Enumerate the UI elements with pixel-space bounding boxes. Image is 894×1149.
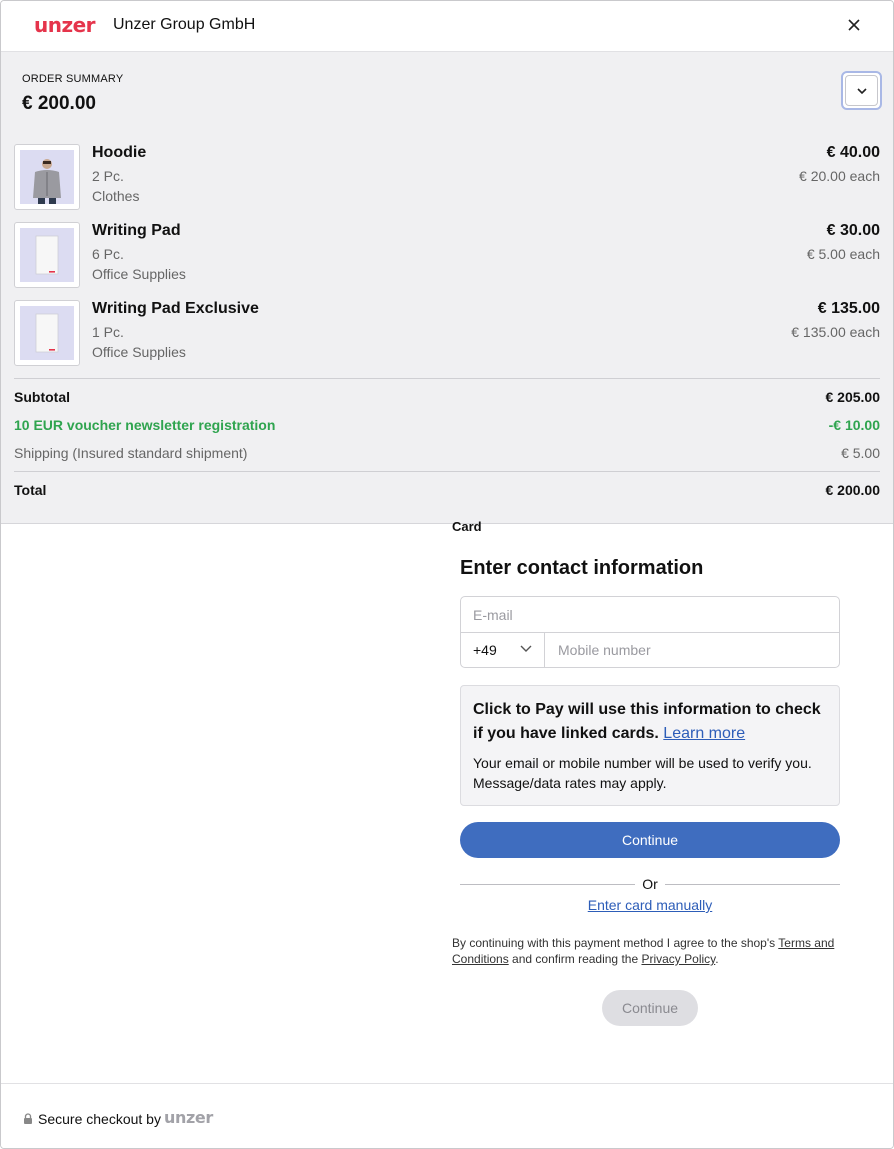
voucher-label: 10 EUR voucher newsletter registration — [14, 417, 276, 433]
email-field[interactable] — [461, 597, 839, 633]
item-name: Writing Pad Exclusive — [92, 300, 259, 317]
secure-checkout-text: Secure checkout by — [38, 1111, 161, 1127]
subtotal-value: € 205.00 — [825, 389, 881, 405]
close-button[interactable] — [844, 15, 864, 35]
item-name: Writing Pad — [92, 222, 181, 239]
item-quantity: 2 Pc. — [92, 168, 124, 184]
item-category: Office Supplies — [92, 266, 186, 282]
divider — [14, 471, 880, 472]
order-item: Writing Pad Exclusive 1 Pc. Office Suppl… — [14, 300, 880, 366]
terms-text: By continuing with this payment method I… — [452, 935, 847, 967]
total-row: Total € 200.00 — [14, 482, 880, 500]
contact-title: Enter contact information — [460, 557, 704, 579]
order-summary-title: ORDER SUMMARY — [22, 73, 124, 85]
enter-card-manually-link[interactable]: Enter card manually — [460, 897, 840, 913]
divider — [665, 884, 840, 885]
info-heading: Click to Pay will use this information t… — [473, 698, 827, 746]
checkout-window: unzer Unzer Group GmbH ORDER SUMMARY € 2… — [0, 0, 894, 1149]
voucher-value: -€ 10.00 — [828, 417, 880, 433]
hoodie-image — [20, 150, 74, 204]
country-code-value: +49 — [473, 642, 497, 658]
subtotal-label: Subtotal — [14, 389, 70, 405]
unzer-logo: unzer — [34, 13, 96, 37]
payment-method-label: Card — [452, 519, 482, 534]
item-price: € 135.00 — [817, 300, 880, 317]
info-body: Your email or mobile number will be used… — [473, 755, 812, 791]
learn-more-link[interactable]: Learn more — [663, 725, 745, 742]
order-item: Writing Pad 6 Pc. Office Supplies € 30.0… — [14, 222, 880, 288]
shipping-row: Shipping (Insured standard shipment) € 5… — [14, 445, 880, 463]
item-category: Clothes — [92, 188, 140, 204]
lock-icon — [24, 1113, 32, 1124]
item-thumbnail — [14, 300, 80, 366]
country-code-select[interactable]: +49 — [461, 633, 545, 667]
toggle-inner — [845, 75, 878, 106]
merchant-name: Unzer Group GmbH — [113, 16, 256, 33]
subtotal-row: Subtotal € 205.00 — [14, 389, 880, 407]
terms-suffix: . — [715, 952, 719, 966]
chevron-down-icon — [856, 87, 867, 94]
order-summary-amount: € 200.00 — [22, 93, 96, 114]
item-unit-price: € 20.00 each — [799, 168, 880, 184]
writing-pad-image — [20, 306, 74, 360]
chevron-down-icon — [520, 645, 532, 652]
or-divider: Or — [460, 876, 840, 892]
item-category: Office Supplies — [92, 344, 186, 360]
divider — [14, 378, 880, 379]
order-summary-toggle-button[interactable] — [841, 71, 882, 110]
item-thumbnail — [14, 144, 80, 210]
info-heading-text: Click to Pay will use this information t… — [473, 701, 821, 742]
privacy-policy-link[interactable]: Privacy Policy — [641, 952, 715, 966]
header: unzer Unzer Group GmbH — [1, 1, 893, 52]
shipping-label: Shipping (Insured standard shipment) — [14, 445, 248, 461]
click-to-pay-info: Click to Pay will use this information t… — [460, 685, 840, 806]
item-price: € 30.00 — [826, 222, 880, 239]
item-unit-price: € 5.00 each — [806, 246, 880, 262]
footer: Secure checkout by unzer — [1, 1083, 893, 1148]
total-label: Total — [14, 482, 47, 498]
item-name: Hoodie — [92, 144, 147, 161]
writing-pad-image — [20, 228, 74, 282]
continue-button-disabled[interactable]: Continue — [602, 990, 698, 1026]
item-thumbnail — [14, 222, 80, 288]
shipping-value: € 5.00 — [841, 445, 880, 461]
item-price: € 40.00 — [826, 144, 880, 161]
terms-prefix: By continuing with this payment method I… — [452, 936, 776, 950]
terms-middle: and confirm reading the — [512, 952, 639, 966]
item-quantity: 1 Pc. — [92, 324, 124, 340]
item-quantity: 6 Pc. — [92, 246, 124, 262]
total-value: € 200.00 — [825, 482, 881, 498]
continue-button[interactable]: Continue — [460, 822, 840, 858]
mobile-number-field[interactable] — [546, 633, 838, 667]
item-unit-price: € 135.00 each — [791, 324, 880, 340]
voucher-row: 10 EUR voucher newsletter registration -… — [14, 417, 880, 435]
order-item: Hoodie 2 Pc. Clothes € 40.00 € 20.00 eac… — [14, 144, 880, 210]
order-summary-panel: ORDER SUMMARY € 200.00 Hoodie 2 Pc. Clot… — [1, 52, 893, 524]
close-icon — [848, 19, 860, 31]
footer-unzer-logo: unzer — [164, 1108, 213, 1127]
contact-fields: +49 — [460, 596, 840, 668]
